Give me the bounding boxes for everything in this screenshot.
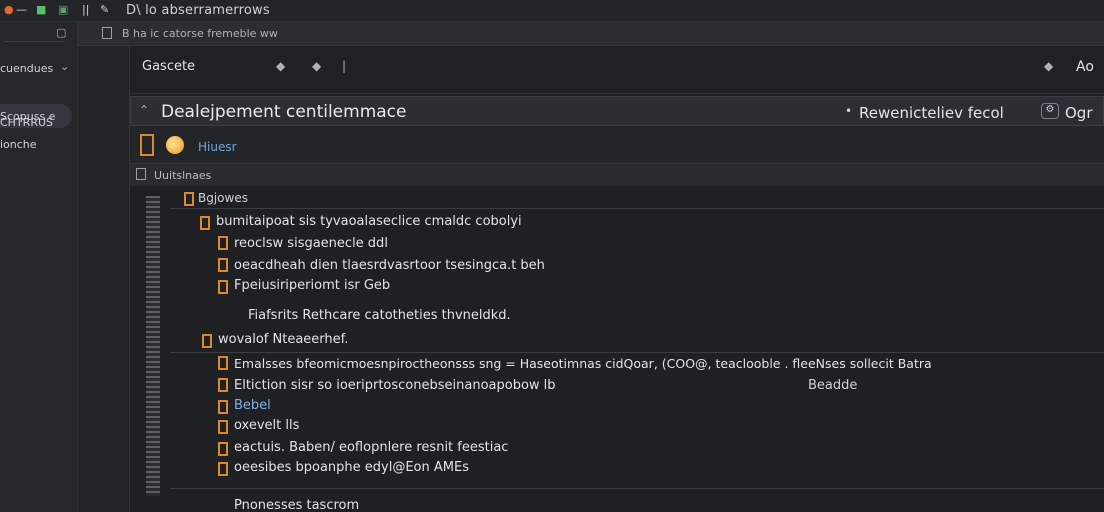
divider xyxy=(170,208,1104,209)
section-bar: Uuitslnaes xyxy=(130,164,1104,186)
sidebar-item-3[interactable]: CHTRRUS xyxy=(0,116,53,129)
file-icon xyxy=(102,27,112,39)
code-editor[interactable]: Bgjowes bumitaipoat sis tyvaoalaseclice … xyxy=(130,186,1104,512)
path-toolbar: B ha ic catorse fremeble ww xyxy=(78,22,1104,46)
code-line: reoclsw sisgaenecle ddl xyxy=(234,236,388,251)
fold-marker-icon[interactable] xyxy=(184,192,194,206)
path-text[interactable]: B ha ic catorse fremeble ww xyxy=(122,27,278,40)
back-arrow-icon[interactable]: ◆ xyxy=(276,59,285,73)
side-rail xyxy=(78,46,130,512)
fold-marker-icon[interactable] xyxy=(218,420,228,434)
nav-arrow-icon[interactable]: ◆ xyxy=(1044,59,1053,73)
fold-marker-icon[interactable] xyxy=(218,236,228,250)
sun-icon[interactable] xyxy=(166,136,184,154)
divider xyxy=(170,488,1104,489)
code-line: Fiafsrits Rethcare catotheties thvneldkd… xyxy=(248,308,511,323)
bracket-icon xyxy=(140,134,154,156)
code-line: eactuis. Baben/ eoflopnlere resnit feest… xyxy=(234,440,509,455)
files-label[interactable]: Hiuesr xyxy=(198,140,237,154)
edit-icon[interactable]: ✎ xyxy=(100,4,109,16)
panel-right-extra[interactable]: Ogr xyxy=(1065,104,1093,122)
pause-icon[interactable]: || xyxy=(82,4,89,16)
restore-icon[interactable]: ▣ xyxy=(58,4,68,16)
line-gutter xyxy=(146,196,160,496)
fold-marker-icon[interactable] xyxy=(218,356,228,370)
breadcrumb-label[interactable]: Gascete xyxy=(142,59,195,74)
sidebar-item-1[interactable]: cuendues xyxy=(0,62,53,75)
fold-marker-icon[interactable] xyxy=(218,378,228,392)
fold-marker-icon[interactable] xyxy=(218,462,228,476)
fold-marker-icon[interactable] xyxy=(218,280,228,294)
code-line: wovalof Nteaeerhef. xyxy=(218,332,349,347)
fold-marker-icon[interactable] xyxy=(218,400,228,414)
fold-marker-icon[interactable] xyxy=(218,258,228,272)
app-icon: ● xyxy=(4,3,14,16)
code-line: Pnonesses tascrom xyxy=(234,498,360,512)
divider-icon: | xyxy=(342,59,347,73)
sidebar-item-4[interactable]: ionche xyxy=(0,138,37,151)
code-line: oxevelt lls xyxy=(234,418,300,433)
section-icon xyxy=(136,168,146,180)
code-line: Eltiction sisr so ioeriprtosconebseinano… xyxy=(234,378,556,393)
bullet-icon: • xyxy=(845,104,853,118)
sidebar-search-input[interactable] xyxy=(4,28,64,42)
title-bar: ● — ■ ▣ || ✎ D\ lo abserramerrows xyxy=(0,0,1104,22)
panel-right-text[interactable]: Rewenicteliev fecol xyxy=(859,104,1004,122)
code-line: Bebel xyxy=(234,398,271,413)
settings-icon[interactable]: ⚙ xyxy=(1041,103,1059,119)
chevron-down-icon[interactable]: ⌄ xyxy=(60,60,69,73)
code-line: oeesibes bpoanphe edyl@Eon AMEs xyxy=(234,460,469,475)
window-title: D\ lo abserramerrows xyxy=(126,3,270,18)
minimize-icon[interactable]: — xyxy=(16,4,27,16)
files-header: Hiuesr xyxy=(130,126,1104,164)
code-line: oeacdheah dien tlaesrdvasrtoor tsesingca… xyxy=(234,258,545,273)
divider xyxy=(170,352,1104,353)
maximize-icon[interactable]: ■ xyxy=(36,4,46,16)
panel-title: Dealejpement centilemmace xyxy=(161,102,407,122)
code-header: Bgjowes xyxy=(198,191,248,205)
panel-header: ⌃ Dealejpement centilemmace • Rewenictel… xyxy=(130,96,1104,126)
code-line-annotation: Beadde xyxy=(808,378,858,393)
collapse-icon[interactable]: ⌃ xyxy=(139,103,149,117)
fold-marker-icon[interactable] xyxy=(200,216,210,230)
code-line: Emalsses bfeomicmoesnpiroctheonsss sng =… xyxy=(234,356,932,371)
code-line: bumitaipoat sis tyvaoalaseclice cmaldc c… xyxy=(216,214,522,229)
fold-marker-icon[interactable] xyxy=(202,334,212,348)
fold-marker-icon[interactable] xyxy=(218,442,228,456)
code-line: Fpeiusiriperiomt isr Geb xyxy=(234,278,391,293)
sidebar: ▢ cuendues ⌄ Scopuss e CHTRRUS ionche xyxy=(0,22,78,512)
breadcrumb: Gascete ◆ ◆ | ◆ Ao xyxy=(130,46,1104,94)
forward-arrow-icon[interactable]: ◆ xyxy=(312,59,321,73)
breadcrumb-right-label[interactable]: Ao xyxy=(1076,59,1094,75)
section-label[interactable]: Uuitslnaes xyxy=(154,169,211,182)
sidebar-expand-icon[interactable]: ▢ xyxy=(56,26,66,39)
